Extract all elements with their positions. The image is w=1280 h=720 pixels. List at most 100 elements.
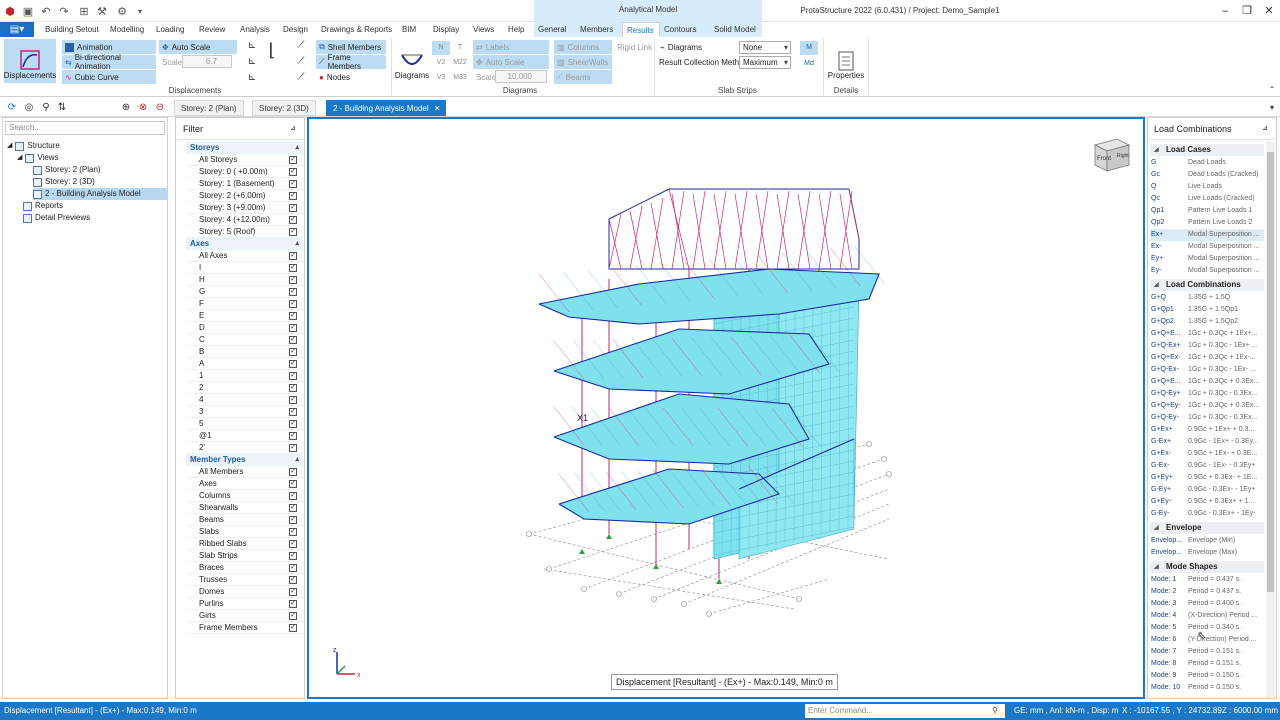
checkbox-checked-icon[interactable]: ✓ <box>289 324 297 332</box>
filter-axis-row[interactable]: F ✓ <box>188 298 303 310</box>
view-cube[interactable]: Front Right <box>1089 131 1133 175</box>
zoom-in-icon[interactable]: ⊕ <box>118 101 134 115</box>
rigid-link-label[interactable]: Rigid Link <box>614 40 655 54</box>
file-menu-button[interactable]: ▤▾ <box>0 22 34 37</box>
filter-axis-row[interactable]: B ✓ <box>188 346 303 358</box>
tree-structure[interactable]: ◢ Structure <box>7 140 60 152</box>
zoom-out-icon[interactable]: ⊖ <box>152 101 168 115</box>
search-icon[interactable]: ⚲ <box>992 702 998 720</box>
load-combination-row[interactable]: G+Q 1.35G + 1.5Q <box>1150 292 1264 304</box>
scrollbar-thumb[interactable] <box>1267 152 1274 592</box>
collapse-arrow-icon[interactable]: ▴ <box>295 238 299 250</box>
load-combination-row[interactable]: G+Q+Ex- 1Gc + 0.3Qc + 1Ex-... <box>1150 352 1264 364</box>
close-tab-icon[interactable]: ✕ <box>434 101 441 117</box>
cubic-curve-button[interactable]: ∿ Cubic Curve <box>62 70 156 84</box>
tab-display[interactable]: Display <box>429 22 463 37</box>
filter-axis-row[interactable]: 4 ✓ <box>188 394 303 406</box>
tab-review[interactable]: Review <box>195 22 229 37</box>
collapse-arrow-icon[interactable]: ◢ <box>1154 561 1159 573</box>
sort-icon[interactable]: ⇅ <box>54 101 70 115</box>
checkbox-checked-icon[interactable]: ✓ <box>289 276 297 284</box>
tab-help[interactable]: Help <box>504 22 528 37</box>
structure-icon[interactable]: ⊞ <box>76 3 92 19</box>
tools-icon[interactable]: ⚒ <box>94 3 110 19</box>
load-combination-row[interactable]: G-Ex- 0.9Gc - 1Ex- - 0.3Ey+ <box>1150 460 1264 472</box>
load-combination-row[interactable]: G+Q-Ey+ 1Gc + 0.3Qc - 0.3Ex... <box>1150 388 1264 400</box>
tab-views[interactable]: Views <box>469 22 498 37</box>
filter-member-type-row[interactable]: Braces ✓ <box>188 562 303 574</box>
auto-scale-button[interactable]: ✥ Auto Scale <box>159 40 237 54</box>
tab-modelling[interactable]: Modelling <box>106 22 148 37</box>
checkbox-checked-icon[interactable]: ✓ <box>289 252 297 260</box>
load-combination-row[interactable]: G+Ex+ 0.9Gc + 1Ex+ + 0.3... <box>1150 424 1264 436</box>
shearwalls-button[interactable]: ▨ ShearWalls <box>554 55 612 69</box>
tab-bim[interactable]: BIM <box>398 22 420 37</box>
filter-member-type-row[interactable]: Shearwalls ✓ <box>188 502 303 514</box>
checkbox-checked-icon[interactable]: ✓ <box>289 624 297 632</box>
doc-tab-storey-3d[interactable]: Storey: 2 (3D) <box>252 100 316 116</box>
filter-storey-row[interactable]: Storey: 0 ( +0.00m) ✓ <box>188 166 303 178</box>
pin-icon[interactable]: ⊿ <box>1262 118 1268 140</box>
filter-axis-row[interactable]: C ✓ <box>188 334 303 346</box>
load-combination-row[interactable]: G-Ex+ 0.9Gc - 1Ex+ - 0.3Ey... <box>1150 436 1264 448</box>
restore-icon[interactable]: ❐ <box>1236 0 1258 22</box>
checkbox-checked-icon[interactable]: ✓ <box>289 564 297 572</box>
load-combination-row[interactable]: G+Q+E... 1Gc + 0.3Qc + 1Ex+... <box>1150 328 1264 340</box>
checkbox-checked-icon[interactable]: ✓ <box>289 504 297 512</box>
envelope-row[interactable]: Envelop... Envelope (Min) <box>1150 535 1264 547</box>
load-combination-row[interactable]: G+Ex- 0.9Gc + 1Ex- + 0.3E... <box>1150 448 1264 460</box>
rotation-x-icon[interactable]: ⟋ <box>293 39 309 53</box>
moment-m-toggle[interactable]: M <box>800 41 818 55</box>
tab-design[interactable]: Design <box>279 22 312 37</box>
force-m22-toggle[interactable]: M22 <box>451 56 469 70</box>
load-combination-row[interactable]: G-Ey+ 0.9Gc - 0.3Ex- - 1Ey+ <box>1150 484 1264 496</box>
refresh-icon[interactable]: ⟳ <box>4 101 20 115</box>
filter-storey-row[interactable]: Storey: 1 (Basement) ✓ <box>188 178 303 190</box>
filter-axis-row[interactable]: 2' ✓ <box>188 442 303 454</box>
load-case-row[interactable]: Qp1 Pattern Live Loads 1 <box>1150 205 1264 217</box>
checkbox-checked-icon[interactable]: ✓ <box>289 480 297 488</box>
filter-axis-row[interactable]: 5 ✓ <box>188 418 303 430</box>
mode-shape-row[interactable]: Mode: 2 Period = 0.437 s. <box>1150 586 1264 598</box>
load-combination-row[interactable]: G+Q+E... 1Gc + 0.3Qc + 0.3Ex... <box>1150 376 1264 388</box>
collapse-arrow-icon[interactable]: ▴ <box>295 142 299 154</box>
checkbox-checked-icon[interactable]: ✓ <box>289 168 297 176</box>
load-case-row[interactable]: Qc Live Loads (Cracked) <box>1150 193 1264 205</box>
properties-button[interactable]: Properties <box>826 39 866 83</box>
undo-icon[interactable]: ↶ <box>38 3 54 19</box>
tree-detail-previews[interactable]: Detail Previews <box>23 212 90 224</box>
checkbox-checked-icon[interactable]: ✓ <box>289 552 297 560</box>
filter-axis-row[interactable]: @1 ✓ <box>188 430 303 442</box>
building-model-drawing[interactable]: X1 <box>309 119 1143 697</box>
tree-storey-plan[interactable]: Storey: 2 (Plan) <box>33 164 101 176</box>
load-case-row[interactable]: G Dead Loads <box>1150 157 1264 169</box>
doc-tab-analysis-model[interactable]: 2 - Building Analysis Model ✕ <box>326 100 446 116</box>
mode-shape-row[interactable]: Mode: 7 Period = 0.151 s. <box>1150 646 1264 658</box>
filter-section-axes[interactable]: Axes ▴ <box>186 238 303 250</box>
filter-section-storeys[interactable]: Storeys ▴ <box>186 142 303 154</box>
filter-storey-row[interactable]: Storey: 5 (Roof) ✓ <box>188 226 303 238</box>
filter-section-member-types[interactable]: Member Types ▴ <box>186 454 303 466</box>
collapse-arrow-icon[interactable]: ◢ <box>1154 522 1159 534</box>
load-case-row[interactable]: Q Live Loads <box>1150 181 1264 193</box>
slab-diagrams-toggle[interactable]: ⌁ Diagrams <box>657 40 705 54</box>
diagram-scale-input[interactable]: 10.000 <box>495 70 547 83</box>
labels-button[interactable]: ⇄ Labels <box>473 40 549 54</box>
minimize-icon[interactable]: – <box>1214 0 1236 22</box>
checkbox-checked-icon[interactable]: ✓ <box>289 528 297 536</box>
section-load-combinations[interactable]: ◢ Load Combinations <box>1150 279 1264 291</box>
app-logo-icon[interactable]: ⬢ <box>2 3 18 19</box>
checkbox-checked-icon[interactable]: ✓ <box>289 408 297 416</box>
tab-loading[interactable]: Loading <box>152 22 188 37</box>
force-t-toggle[interactable]: T <box>451 41 469 55</box>
tab-contours[interactable]: Contours <box>660 22 710 37</box>
filter-axis-row[interactable]: All Axes ✓ <box>188 250 303 262</box>
checkbox-checked-icon[interactable]: ✓ <box>289 588 297 596</box>
filter-member-type-row[interactable]: Slabs ✓ <box>188 526 303 538</box>
filter-axis-row[interactable]: 2 ✓ <box>188 382 303 394</box>
axis-l2-icon[interactable]: ⊾ <box>244 55 260 69</box>
columns-button[interactable]: ▥ Columns <box>554 40 612 54</box>
load-combination-row[interactable]: G-Ey- 0.9Gc - 0.3Ex+ - 1Ey- <box>1150 508 1264 520</box>
tab-results[interactable]: Results <box>622 22 660 37</box>
checkbox-checked-icon[interactable]: ✓ <box>289 468 297 476</box>
